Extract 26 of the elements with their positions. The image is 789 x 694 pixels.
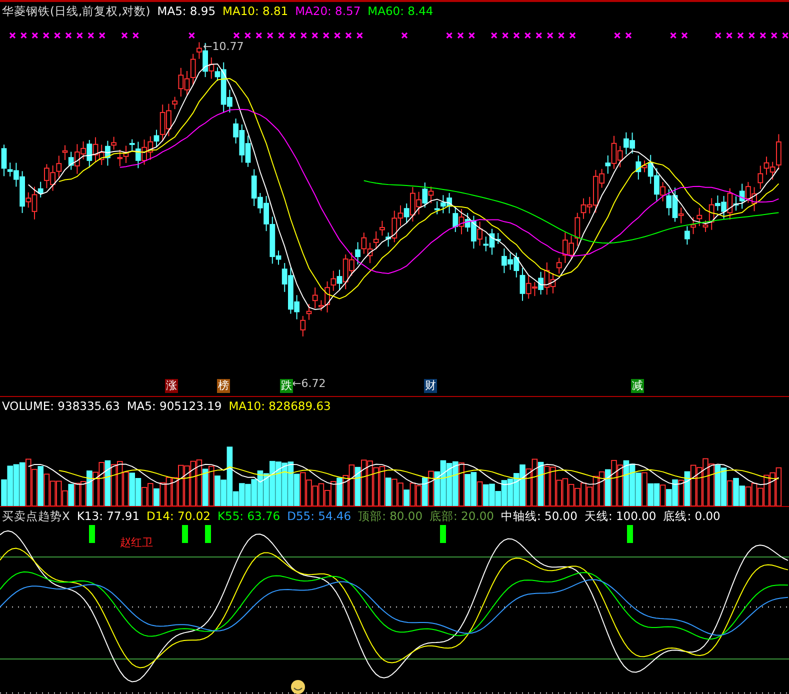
smiley-icon bbox=[291, 680, 305, 694]
indicator-reading: 底线: 0.00 bbox=[663, 508, 720, 524]
ma-reading: MA20: 8.57 bbox=[295, 4, 361, 18]
indicator-reading: K13: 77.91 bbox=[76, 509, 140, 523]
indicator-title: 买卖点趋势X bbox=[2, 508, 70, 524]
indicator-reading: 顶部: 80.00 bbox=[358, 508, 423, 524]
volume-reading: MA5: 905123.19 bbox=[126, 399, 222, 413]
annotation-label: 赵红卫 bbox=[120, 535, 153, 550]
low-price-label: ←6.72 bbox=[292, 377, 326, 390]
event-tag[interactable]: 减 bbox=[631, 379, 644, 393]
event-tag[interactable]: 跌 bbox=[280, 379, 293, 393]
volume-reading: MA10: 828689.63 bbox=[228, 399, 331, 413]
ma-reading: MA5: 8.95 bbox=[157, 4, 216, 18]
event-tag[interactable]: 财 bbox=[424, 379, 437, 393]
event-tag[interactable]: 榜 bbox=[217, 379, 230, 393]
event-tag[interactable]: 涨 bbox=[165, 379, 178, 393]
indicator-reading: D14: 70.02 bbox=[146, 509, 210, 523]
indicator-reading: D55: 54.46 bbox=[287, 509, 352, 523]
indicator-reading: 天线: 100.00 bbox=[584, 508, 656, 524]
chart-title: 华菱钢铁(日线,前复权,对数) bbox=[2, 4, 150, 18]
ma-reading: MA60: 8.44 bbox=[368, 4, 434, 18]
indicator-reading: 中轴线: 50.00 bbox=[500, 508, 578, 524]
indicator-reading: K55: 63.76 bbox=[217, 509, 280, 523]
volume-reading: VOLUME: 938335.63 bbox=[2, 399, 120, 413]
indicator-reading: 底部: 20.00 bbox=[430, 508, 494, 524]
ma-reading: MA10: 8.81 bbox=[222, 4, 288, 18]
